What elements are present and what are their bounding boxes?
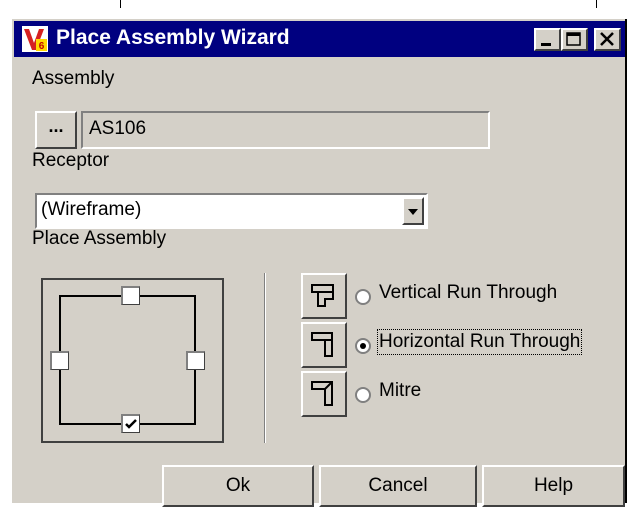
mitre-label[interactable]: Mitre bbox=[379, 380, 421, 402]
mitre-icon bbox=[311, 381, 333, 406]
minimize-button[interactable] bbox=[534, 28, 561, 51]
checkmark-icon bbox=[125, 419, 137, 429]
receptor-dropdown-button[interactable] bbox=[402, 197, 424, 225]
side-selector-panel bbox=[41, 278, 224, 443]
close-button[interactable] bbox=[594, 28, 621, 51]
receptor-selected-value: (Wireframe) bbox=[41, 199, 142, 220]
cancel-button[interactable]: Cancel bbox=[319, 465, 477, 507]
place-assembly-dialog: 6 Place Assembly Wizard Assembly ... AS1… bbox=[10, 17, 627, 507]
window-title: Place Assembly Wizard bbox=[56, 26, 290, 49]
left-side-checkbox[interactable] bbox=[50, 351, 69, 370]
desktop-mark bbox=[120, 0, 121, 8]
place-assembly-label: Place Assembly bbox=[32, 228, 167, 249]
assembly-label: Assembly bbox=[32, 68, 115, 89]
receptor-select[interactable]: (Wireframe) bbox=[35, 193, 428, 229]
vertical-run-through-button[interactable] bbox=[301, 273, 347, 319]
mitre-button[interactable] bbox=[301, 371, 347, 417]
title-bar[interactable]: 6 Place Assembly Wizard bbox=[14, 21, 625, 57]
help-button[interactable]: Help bbox=[482, 465, 625, 507]
bottom-side-checkbox[interactable] bbox=[121, 414, 140, 433]
browse-assembly-button[interactable]: ... bbox=[35, 111, 77, 149]
horizontal-run-through-button[interactable] bbox=[301, 322, 347, 368]
top-side-checkbox[interactable] bbox=[121, 286, 140, 305]
chevron-down-icon bbox=[408, 209, 418, 215]
close-icon bbox=[600, 32, 614, 46]
vertical-divider bbox=[264, 273, 266, 443]
vertical-run-through-label[interactable]: Vertical Run Through bbox=[379, 282, 557, 304]
right-side-checkbox[interactable] bbox=[186, 351, 205, 370]
maximize-button[interactable] bbox=[561, 28, 588, 51]
minimize-icon bbox=[541, 43, 551, 46]
svg-text:6: 6 bbox=[39, 41, 45, 52]
vertical-run-through-radio[interactable] bbox=[355, 289, 371, 305]
receptor-label: Receptor bbox=[32, 150, 110, 171]
maximize-icon bbox=[566, 32, 581, 46]
mitre-radio[interactable] bbox=[355, 387, 371, 403]
ok-button[interactable]: Ok bbox=[162, 465, 314, 507]
v6-app-icon: 6 bbox=[22, 26, 48, 52]
assembly-field[interactable]: AS106 bbox=[81, 111, 490, 149]
desktop-mark bbox=[596, 0, 597, 8]
horizontal-run-through-icon bbox=[311, 332, 333, 357]
horizontal-run-through-label[interactable]: Horizontal Run Through bbox=[376, 329, 583, 355]
vertical-run-through-icon bbox=[311, 284, 334, 307]
horizontal-run-through-radio[interactable] bbox=[355, 338, 371, 354]
desktop-strip bbox=[0, 0, 627, 18]
